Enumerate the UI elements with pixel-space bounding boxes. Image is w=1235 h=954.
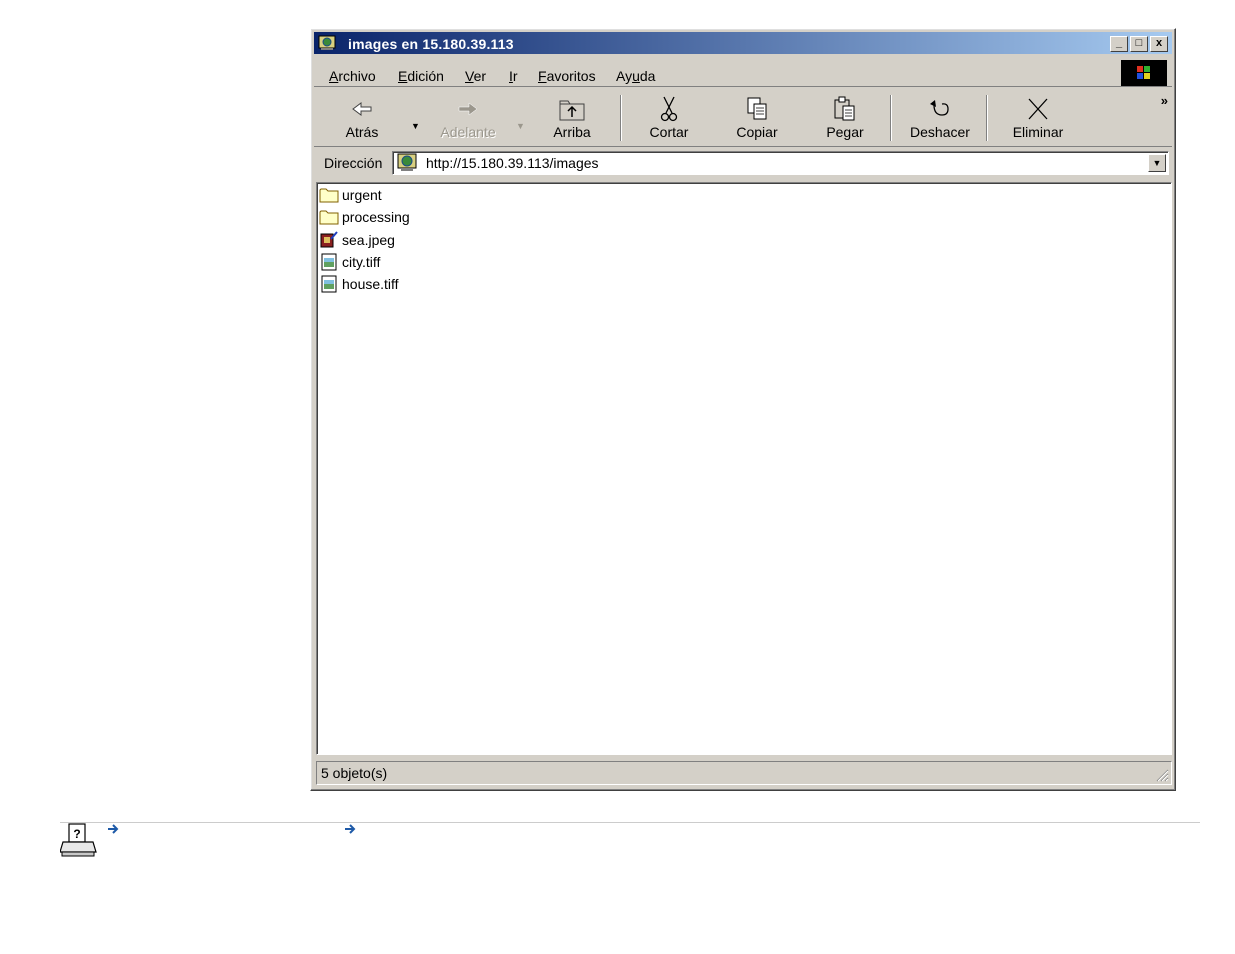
address-bar: Dirección http://15.180.39.113/images ▼ [314, 148, 1172, 180]
toolbar-overflow-chevron[interactable]: » [1161, 93, 1168, 108]
cut-label: Cortar [649, 124, 689, 140]
title-bar[interactable]: images en 15.180.39.113 _ □ x [314, 32, 1172, 54]
close-button[interactable]: x [1150, 36, 1168, 52]
explorer-window: images en 15.180.39.113 _ □ x Archivo Ed… [310, 28, 1176, 791]
undo-label: Deshacer [910, 124, 970, 140]
menu-ir[interactable]: Ir [509, 68, 518, 84]
scissors-icon [660, 96, 678, 122]
address-input[interactable]: http://15.180.39.113/images ▼ [392, 151, 1169, 175]
object-count: 5 objeto(s) [321, 765, 388, 781]
toolbar-separator [986, 95, 988, 141]
copy-label: Copiar [736, 124, 778, 140]
arrow-right-icon[interactable] [344, 822, 358, 836]
maximize-button[interactable]: □ [1130, 36, 1148, 52]
delete-label: Eliminar [1012, 124, 1064, 140]
file-name: processing [342, 209, 410, 225]
image-file-icon [321, 253, 337, 271]
forward-arrow-icon [458, 102, 478, 116]
arrow-right-icon[interactable] [107, 822, 121, 836]
file-name: sea.jpeg [342, 232, 395, 248]
forward-button[interactable]: Adelante [434, 95, 502, 140]
windows-logo-icon [1121, 60, 1167, 86]
print-help-icon[interactable]: ? [60, 822, 98, 858]
back-arrow-icon [352, 102, 372, 116]
toolbar-separator [620, 95, 622, 141]
up-label: Arriba [553, 124, 591, 140]
standard-toolbar: Atrás ▼ Adelante ▼ Arriba Cortar Copiar … [314, 91, 1172, 147]
file-list: urgent processing sea.jpeg city.tiff hou… [316, 182, 1172, 755]
web-folder-icon [318, 35, 336, 50]
menu-bar: Archivo Edición Ver Ir Favoritos Ayuda [314, 56, 1172, 87]
delete-button[interactable]: Eliminar [1008, 95, 1068, 140]
menu-archivo[interactable]: Archivo [329, 68, 376, 84]
back-dropdown-icon[interactable]: ▼ [411, 121, 420, 131]
jpeg-file-icon [320, 231, 338, 248]
up-folder-icon [559, 100, 585, 121]
address-url: http://15.180.39.113/images [426, 155, 599, 171]
paste-button[interactable]: Pegar [820, 95, 870, 140]
forward-label: Adelante [440, 124, 496, 140]
file-name: city.tiff [342, 254, 381, 270]
forward-dropdown-icon[interactable]: ▼ [516, 121, 525, 131]
delete-x-icon [1028, 98, 1048, 120]
minimize-button[interactable]: _ [1110, 36, 1128, 52]
folder-icon [319, 210, 339, 225]
file-name: urgent [342, 187, 382, 203]
menu-favoritos[interactable]: Favoritos [538, 68, 596, 84]
menu-ayuda[interactable]: Ayuda [616, 68, 655, 84]
up-button[interactable]: Arriba [548, 95, 596, 140]
svg-text:?: ? [73, 827, 80, 841]
copy-icon [747, 97, 767, 120]
window-title: images en 15.180.39.113 [348, 36, 514, 52]
copy-button[interactable]: Copiar [732, 95, 782, 140]
folder-icon [319, 188, 339, 203]
resize-grip-icon[interactable] [1155, 768, 1169, 782]
paste-clipboard-icon [834, 96, 855, 121]
status-bar: 5 objeto(s) [316, 761, 1172, 785]
address-label: Dirección [324, 155, 383, 171]
toolbar-separator [890, 95, 892, 141]
undo-button[interactable]: Deshacer [907, 95, 973, 140]
undo-icon [930, 100, 949, 116]
menu-ver[interactable]: Ver [465, 68, 486, 84]
footer-divider [60, 822, 1200, 823]
back-button[interactable]: Atrás [338, 95, 386, 140]
paste-label: Pegar [826, 124, 864, 140]
back-label: Atrás [345, 124, 379, 140]
address-dropdown-button[interactable]: ▼ [1148, 154, 1166, 172]
menu-edicion[interactable]: Edición [398, 68, 444, 84]
file-name: house.tiff [342, 276, 399, 292]
cut-button[interactable]: Cortar [644, 95, 694, 140]
image-file-icon [321, 275, 337, 293]
web-page-icon [397, 153, 417, 171]
